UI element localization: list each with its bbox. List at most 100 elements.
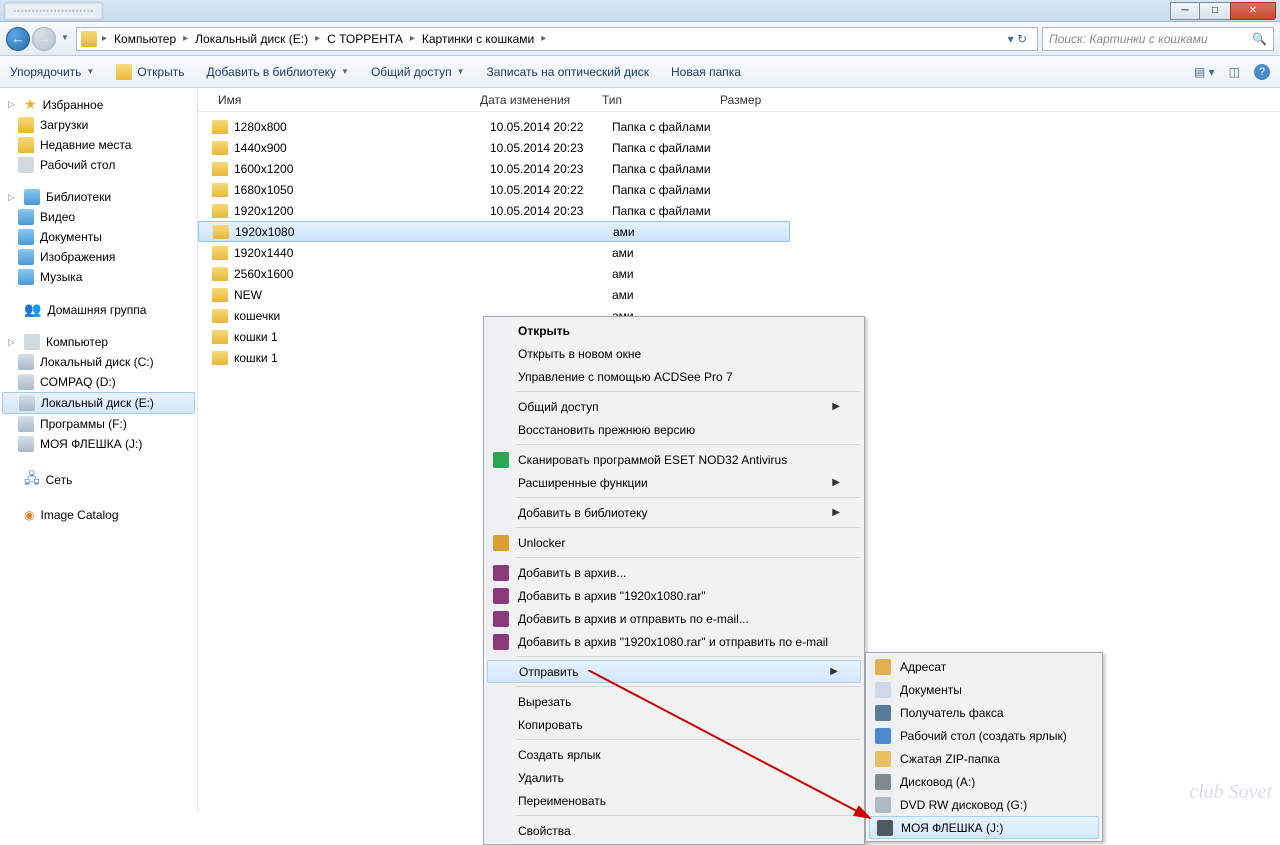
menu-item[interactable]: Сканировать программой ESET NOD32 Antivi…	[486, 448, 862, 471]
col-size[interactable]: Размер	[714, 93, 794, 107]
view-button[interactable]: ▤ ▾	[1194, 65, 1215, 79]
sidebar-imagecatalog[interactable]: ◉Image Catalog	[0, 506, 197, 524]
sidebar-computer[interactable]: ▷Компьютер	[0, 332, 197, 352]
menu-item[interactable]: Создать ярлык	[486, 743, 862, 766]
file-row[interactable]: 1680x1050 10.05.2014 20:22 Папка с файла…	[198, 179, 1280, 200]
menu-item[interactable]: МОЯ ФЛЕШКА (J:)	[869, 816, 1099, 839]
back-button[interactable]: ←	[6, 27, 30, 51]
file-row[interactable]: 1920x1080 ами	[198, 221, 790, 242]
menu-item[interactable]: Отправить▶	[487, 660, 861, 683]
col-type[interactable]: Тип	[596, 93, 714, 107]
file-name: 2560x1600	[234, 267, 490, 281]
menu-item[interactable]: Свойства	[486, 819, 862, 842]
menu-item[interactable]: Добавить в архив "1920x1080.rar"	[486, 584, 862, 607]
menu-item[interactable]: Добавить в архив...	[486, 561, 862, 584]
sidebar-favorites[interactable]: ▷★Избранное	[0, 94, 197, 115]
file-row[interactable]: 1920x1440 ами	[198, 242, 1280, 263]
breadcrumb-computer[interactable]: Компьютер	[112, 32, 178, 46]
history-dropdown[interactable]: ▼	[58, 27, 72, 49]
sidebar-video[interactable]: Видео	[0, 207, 197, 227]
menu-item[interactable]: Документы	[868, 678, 1100, 701]
organize-button[interactable]: Упорядочить▼	[10, 65, 94, 79]
pictures-icon	[18, 249, 34, 265]
preview-pane-button[interactable]: ◫	[1229, 65, 1240, 79]
file-type: ами	[613, 225, 731, 239]
col-name[interactable]: Имя	[212, 93, 474, 107]
file-type: ами	[612, 246, 730, 260]
menu-item[interactable]: Добавить в архив и отправить по e-mail..…	[486, 607, 862, 630]
toolbar: Упорядочить▼ Открыть Добавить в библиоте…	[0, 56, 1280, 88]
sidebar-recent[interactable]: Недавние места	[0, 135, 197, 155]
menu-item[interactable]: Добавить в библиотеку▶	[486, 501, 862, 524]
menu-item[interactable]: Копировать	[486, 713, 862, 736]
file-row[interactable]: 1440x900 10.05.2014 20:23 Папка с файлам…	[198, 137, 1280, 158]
context-menu: ОткрытьОткрыть в новом окнеУправление с …	[483, 316, 865, 845]
file-name: 1600x1200	[234, 162, 490, 176]
menu-item[interactable]: Восстановить прежнюю версию	[486, 418, 862, 441]
menu-item[interactable]: Общий доступ▶	[486, 395, 862, 418]
menu-item[interactable]: Добавить в архив "1920x1080.rar" и отпра…	[486, 630, 862, 653]
menu-item[interactable]: Открыть	[486, 319, 862, 342]
breadcrumb-cats[interactable]: Картинки с кошками	[420, 32, 536, 46]
file-row[interactable]: 1600x1200 10.05.2014 20:23 Папка с файла…	[198, 158, 1280, 179]
share-button[interactable]: Общий доступ▼	[371, 65, 465, 79]
file-row[interactable]: 1920x1200 10.05.2014 20:23 Папка с файла…	[198, 200, 1280, 221]
drive-icon	[18, 436, 34, 452]
forward-button[interactable]: →	[32, 27, 56, 51]
column-headers[interactable]: Имя Дата изменения Тип Размер	[198, 88, 1280, 112]
menu-item[interactable]: DVD RW дисковод (G:)	[868, 793, 1100, 816]
sidebar-network[interactable]: 🖧Сеть	[0, 466, 197, 494]
search-icon[interactable]: 🔍	[1252, 32, 1267, 46]
menu-item[interactable]: Получатель факса	[868, 701, 1100, 724]
menu-item[interactable]: Удалить	[486, 766, 862, 789]
chevron-right-icon: ▶	[832, 477, 840, 488]
address-bar[interactable]: ▸ Компьютер ▸ Локальный диск (E:) ▸ С ТО…	[76, 27, 1038, 51]
breadcrumb-torrent[interactable]: С ТОРРЕНТА	[325, 32, 405, 46]
file-date: 10.05.2014 20:23	[490, 162, 612, 176]
sidebar-drive-j[interactable]: МОЯ ФЛЕШКА (J:)	[0, 434, 197, 454]
menu-item[interactable]: Unlocker	[486, 531, 862, 554]
sidebar-desktop[interactable]: Рабочий стол	[0, 155, 197, 175]
sidebar-drive-c[interactable]: Локальный диск (C:)	[0, 352, 197, 372]
sidebar-drive-f[interactable]: Программы (F:)	[0, 414, 197, 434]
close-button[interactable]: ✕	[1230, 2, 1276, 20]
file-date: 10.05.2014 20:22	[490, 120, 612, 134]
menu-item[interactable]: Открыть в новом окне	[486, 342, 862, 365]
sidebar-documents[interactable]: Документы	[0, 227, 197, 247]
file-row[interactable]: 2560x1600 ами	[198, 263, 1280, 284]
open-button[interactable]: Открыть	[116, 64, 184, 80]
key-icon	[493, 535, 509, 551]
maximize-button[interactable]: □	[1200, 2, 1230, 20]
sidebar-drive-e[interactable]: Локальный диск (E:)	[2, 392, 195, 414]
refresh-button[interactable]: ▾ ↻	[1002, 32, 1033, 46]
menu-item[interactable]: Дисковод (A:)	[868, 770, 1100, 793]
menu-item[interactable]: Управление с помощью ACDSee Pro 7	[486, 365, 862, 388]
file-name: 1280x800	[234, 120, 490, 134]
col-date[interactable]: Дата изменения	[474, 93, 596, 107]
browser-tab[interactable]: ······················	[4, 2, 103, 20]
help-button[interactable]: ?	[1254, 64, 1270, 80]
sidebar-homegroup[interactable]: 👥Домашняя группа	[0, 299, 197, 320]
sidebar-downloads[interactable]: Загрузки	[0, 115, 197, 135]
burn-button[interactable]: Записать на оптический диск	[486, 65, 649, 79]
file-name: NEW	[234, 288, 490, 302]
add-library-button[interactable]: Добавить в библиотеку▼	[206, 65, 348, 79]
sidebar: ▷★Избранное Загрузки Недавние места Рабо…	[0, 88, 198, 812]
minimize-button[interactable]: ─	[1170, 2, 1200, 20]
menu-item[interactable]: Рабочий стол (создать ярлык)	[868, 724, 1100, 747]
file-row[interactable]: NEW ами	[198, 284, 1280, 305]
library-icon	[24, 189, 40, 205]
sidebar-libraries[interactable]: ▷Библиотеки	[0, 187, 197, 207]
menu-item[interactable]: Адресат	[868, 655, 1100, 678]
menu-item[interactable]: Переименовать	[486, 789, 862, 812]
menu-item[interactable]: Вырезать	[486, 690, 862, 713]
file-row[interactable]: 1280x800 10.05.2014 20:22 Папка с файлам…	[198, 116, 1280, 137]
menu-item[interactable]: Сжатая ZIP-папка	[868, 747, 1100, 770]
search-input[interactable]: Поиск: Картинки с кошками 🔍	[1042, 27, 1274, 51]
breadcrumb-drive-e[interactable]: Локальный диск (E:)	[193, 32, 310, 46]
new-folder-button[interactable]: Новая папка	[671, 65, 741, 79]
sidebar-music[interactable]: Музыка	[0, 267, 197, 287]
sidebar-pictures[interactable]: Изображения	[0, 247, 197, 267]
menu-item[interactable]: Расширенные функции▶	[486, 471, 862, 494]
sidebar-drive-d[interactable]: COMPAQ (D:)	[0, 372, 197, 392]
